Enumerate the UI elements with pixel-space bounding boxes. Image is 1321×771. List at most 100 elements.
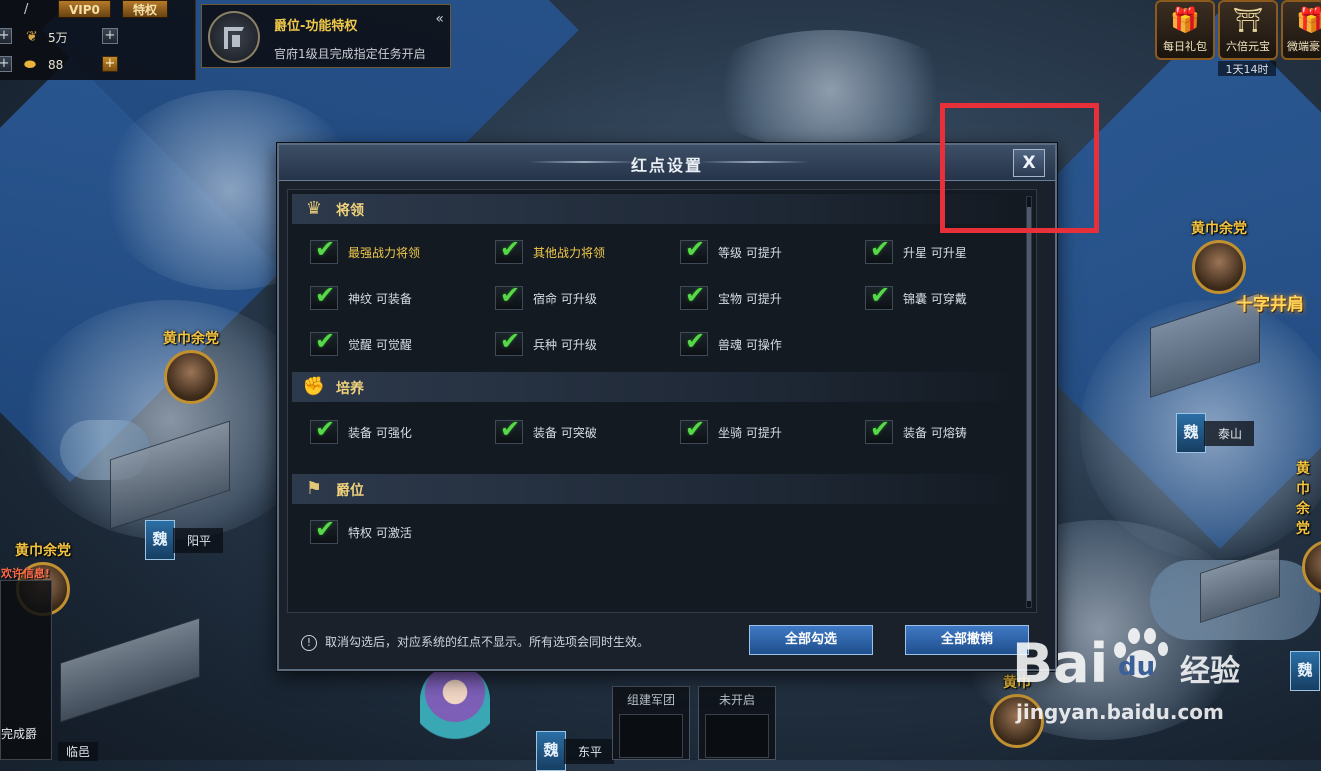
option-equip-recast[interactable]: ✔ 装备 可熔铸 xyxy=(865,415,1045,446)
checkbox[interactable]: ✔ xyxy=(865,415,893,444)
rebel-marker[interactable]: 黄巾 xyxy=(984,672,1050,748)
checkbox[interactable]: ✔ xyxy=(310,281,338,310)
option-beast-soul[interactable]: ✔ 兽魂 可操作 xyxy=(680,327,860,358)
option-label: 升星 可升星 xyxy=(903,246,967,260)
option-destiny[interactable]: ✔ 宿命 可升级 xyxy=(495,281,675,312)
peerage-emblem-icon xyxy=(208,11,260,63)
option-label: 兽魂 可操作 xyxy=(718,338,782,352)
city-name: 阳平 xyxy=(173,527,224,553)
checkbox[interactable]: ✔ xyxy=(310,235,338,264)
select-all-button[interactable]: 全部勾选 xyxy=(749,625,873,655)
checkbox[interactable]: ✔ xyxy=(495,327,523,356)
add-gold-button[interactable]: + xyxy=(102,56,118,72)
section-generals: ♛ 将领 xyxy=(292,194,1022,224)
rebel-portrait xyxy=(1192,240,1246,294)
rebel-name: 黄巾余党 xyxy=(163,331,219,347)
resource-value: 88 xyxy=(48,58,64,72)
check-icon: ✔ xyxy=(870,235,891,263)
option-equip-breakthrough[interactable]: ✔ 装备 可突破 xyxy=(495,415,675,446)
check-icon: ✔ xyxy=(315,515,336,543)
city-name: 泰山 xyxy=(1204,420,1255,446)
checkbox[interactable]: ✔ xyxy=(680,415,708,444)
helmet-icon: ♛ xyxy=(305,198,323,219)
event-banner[interactable]: 十字井肩 xyxy=(1236,290,1304,315)
checkbox[interactable]: ✔ xyxy=(495,281,523,310)
option-silk-bag[interactable]: ✔ 锦囊 可穿戴 xyxy=(865,281,1045,312)
city-dongping[interactable]: 魏 东平 xyxy=(536,731,615,771)
scrollbar-thumb[interactable] xyxy=(1027,207,1031,601)
slot-label: 组建军团 xyxy=(626,693,675,707)
option-label: 锦囊 可穿戴 xyxy=(903,292,967,306)
hero-character[interactable] xyxy=(420,668,490,748)
rebel-marker[interactable]: 黄巾余党 xyxy=(1296,458,1321,594)
check-icon: ✔ xyxy=(685,415,706,443)
alert-text: 欢许信息! xyxy=(1,567,51,580)
daily-gift-label: 每日礼包 xyxy=(1163,40,1207,53)
option-troop-type[interactable]: ✔ 兵种 可升级 xyxy=(495,327,675,358)
option-label: 神纹 可装备 xyxy=(348,292,412,306)
rebel-name: 黄巾余党 xyxy=(1191,221,1247,237)
weiduan-label: 微端豪 xyxy=(1287,40,1320,53)
peerage-banner[interactable]: 爵位-功能特权 官府1级且完成指定任务开启 « xyxy=(201,4,451,68)
city-yangping[interactable]: 魏 阳平 xyxy=(145,520,224,560)
section-title: 培养 xyxy=(336,381,364,397)
check-icon: ✔ xyxy=(685,327,706,355)
rebel-portrait xyxy=(1302,540,1321,594)
checkbox[interactable]: ✔ xyxy=(495,235,523,264)
option-level[interactable]: ✔ 等级 可提升 xyxy=(680,235,860,266)
option-equip-enhance[interactable]: ✔ 装备 可强化 xyxy=(310,415,490,446)
checkbox[interactable]: ✔ xyxy=(310,415,338,444)
weiduan-button[interactable]: 🎁 微端豪 xyxy=(1281,0,1321,60)
daily-gift-button[interactable]: 🎁 每日礼包 xyxy=(1155,0,1215,60)
option-strongest-general[interactable]: ✔ 最强战力将领 xyxy=(310,235,490,266)
check-icon: ✔ xyxy=(500,235,521,263)
event-timer: 1天14时 xyxy=(1218,61,1276,76)
faction-flag-wei: 魏 xyxy=(536,731,566,771)
rebel-name: 黄巾余党 xyxy=(1296,461,1310,537)
sixfold-yuanbao-label: 六倍元宝 xyxy=(1226,40,1270,53)
faction-flag-wei: 魏 xyxy=(145,520,175,560)
privilege-button[interactable]: 特权 xyxy=(122,0,169,18)
rebel-marker[interactable]: 黄巾余党 xyxy=(158,328,224,404)
section-title: 将领 xyxy=(336,203,364,219)
collapse-icon[interactable]: « xyxy=(435,11,444,27)
checkbox[interactable]: ✔ xyxy=(495,415,523,444)
legion-slot[interactable]: 组建军团 xyxy=(612,686,690,760)
option-divine-pattern[interactable]: ✔ 神纹 可装备 xyxy=(310,281,490,312)
option-mount[interactable]: ✔ 坐骑 可提升 xyxy=(680,415,860,446)
treasure-chest-icon: ⛩ xyxy=(1232,6,1264,34)
checkbox[interactable]: ✔ xyxy=(865,281,893,310)
checkbox[interactable]: ✔ xyxy=(680,281,708,310)
left-task-panel[interactable]: 欢许信息! 完成爵 xyxy=(0,567,52,760)
city-taishan[interactable]: 魏 泰山 xyxy=(1176,413,1255,453)
check-icon: ✔ xyxy=(685,235,706,263)
locked-slot[interactable]: 未开启 xyxy=(698,686,776,760)
gift-icon: 🎁 xyxy=(1170,6,1200,34)
settings-note: ! 取消勾选后，对应系统的红点不显示。所有选项会同时生效。 xyxy=(301,633,649,651)
checkbox[interactable]: ✔ xyxy=(310,327,338,356)
deselect-all-button[interactable]: 全部撤销 xyxy=(905,625,1029,655)
option-star-up[interactable]: ✔ 升星 可升星 xyxy=(865,235,1045,266)
check-icon: ✔ xyxy=(870,415,891,443)
option-awaken[interactable]: ✔ 觉醒 可觉醒 xyxy=(310,327,490,358)
checkbox[interactable]: ✔ xyxy=(310,515,338,544)
option-label: 兵种 可升级 xyxy=(533,338,597,352)
option-other-generals[interactable]: ✔ 其他战力将领 xyxy=(495,235,675,266)
sixfold-yuanbao-button[interactable]: ⛩ 六倍元宝 xyxy=(1218,0,1278,60)
option-treasure[interactable]: ✔ 宝物 可提升 xyxy=(680,281,860,312)
city-unnamed[interactable]: 魏 xyxy=(1290,651,1320,691)
add-wood-button[interactable]: + xyxy=(102,28,118,44)
option-privilege-activate[interactable]: ✔ 特权 可激活 xyxy=(310,515,490,546)
checkbox[interactable]: ✔ xyxy=(680,235,708,264)
check-icon: ✔ xyxy=(500,327,521,355)
checkbox[interactable]: ✔ xyxy=(680,327,708,356)
note-text: 取消勾选后，对应系统的红点不显示。所有选项会同时生效。 xyxy=(325,635,650,649)
check-icon: ✔ xyxy=(685,281,706,309)
checkbox[interactable]: ✔ xyxy=(865,235,893,264)
city-name: 临邑 xyxy=(58,742,99,761)
rebel-marker[interactable]: 黄巾余党 xyxy=(1186,218,1252,294)
town-buildings xyxy=(60,617,200,723)
check-icon: ✔ xyxy=(315,327,336,355)
check-icon: ✔ xyxy=(315,281,336,309)
vip-button[interactable]: VIP0 xyxy=(58,0,111,18)
